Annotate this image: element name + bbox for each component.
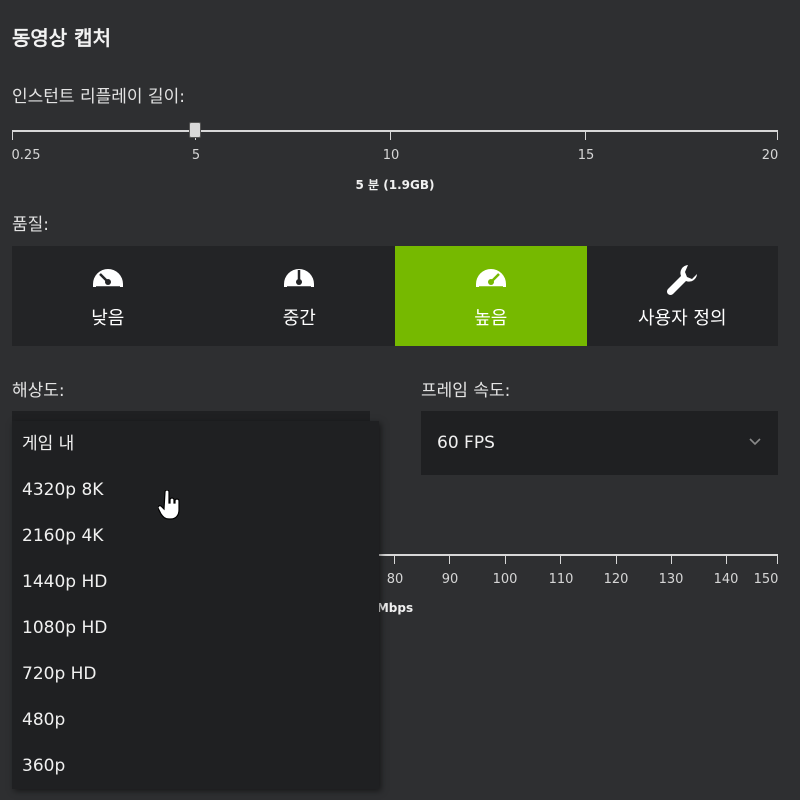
bitrate-track[interactable]	[378, 554, 778, 556]
bitrate-tick	[394, 554, 395, 564]
bitrate-tick	[449, 554, 450, 564]
bitrate-tick	[505, 554, 506, 564]
hand-pointer-icon	[157, 489, 182, 526]
quality-high-button[interactable]: 높음	[395, 246, 587, 346]
resolution-option[interactable]: 1440p HD	[12, 559, 379, 605]
bitrate-tick	[777, 554, 778, 564]
replay-tick-label: 15	[577, 148, 595, 163]
resolution-dropdown[interactable]	[12, 411, 370, 421]
quality-medium-label: 중간	[282, 308, 316, 329]
instant-replay-track[interactable]	[12, 130, 778, 132]
bitrate-tick	[671, 554, 672, 564]
replay-tick-label: 0.25	[11, 148, 41, 163]
quality-low-label: 낮음	[91, 308, 125, 329]
replay-tick	[585, 130, 586, 140]
resolution-option[interactable]: 2160p 4K	[12, 513, 379, 559]
gauge-medium-icon	[281, 262, 317, 298]
frame-rate-value: 60 FPS	[437, 433, 495, 453]
resolution-option[interactable]: 1080p HD	[12, 605, 379, 651]
wrench-icon	[664, 262, 700, 298]
quality-label: 품질:	[12, 215, 50, 235]
section-title: 동영상 캡처	[12, 26, 111, 50]
replay-tick	[390, 130, 391, 140]
replay-tick-label: 5	[191, 148, 201, 163]
resolution-label: 해상도:	[12, 381, 65, 401]
bitrate-tick-label: 150	[753, 572, 779, 587]
resolution-option[interactable]: 4320p 8K	[12, 467, 379, 513]
gauge-high-icon	[473, 262, 509, 298]
chevron-down-icon	[748, 433, 762, 447]
bitrate-tick-label: 90	[441, 572, 459, 587]
resolution-option[interactable]: 720p HD	[12, 651, 379, 697]
instant-replay-value: 5 분 (1.9GB)	[355, 178, 435, 192]
bitrate-tick-label: 80	[386, 572, 404, 587]
bitrate-tick-label: 130	[658, 572, 684, 587]
resolution-option[interactable]: 360p	[12, 743, 379, 789]
quality-high-label: 높음	[474, 308, 508, 329]
bitrate-tick-label: 100	[492, 572, 518, 587]
bitrate-tick-label: 140	[713, 572, 739, 587]
resolution-option[interactable]: 480p	[12, 697, 379, 743]
replay-tick	[777, 130, 778, 140]
replay-tick	[12, 130, 13, 140]
replay-tick-label: 20	[761, 148, 779, 163]
bitrate-tick	[726, 554, 727, 564]
gauge-low-icon	[90, 262, 126, 298]
bitrate-tick	[616, 554, 617, 564]
resolution-option[interactable]: 게임 내	[12, 421, 379, 467]
resolution-menu: 게임 내 4320p 8K 2160p 4K 1440p HD 1080p HD…	[12, 421, 379, 789]
quality-medium-button[interactable]: 중간	[204, 246, 396, 346]
frame-rate-dropdown[interactable]: 60 FPS	[421, 411, 778, 475]
frame-rate-label: 프레임 속도:	[421, 381, 511, 401]
quality-selector: 낮음 중간 높음 사용자 정의	[12, 246, 778, 346]
instant-replay-thumb[interactable]	[189, 122, 201, 138]
quality-custom-label: 사용자 정의	[637, 308, 727, 329]
bitrate-unit: Mbps	[376, 601, 414, 615]
replay-tick-label: 10	[382, 148, 400, 163]
bitrate-tick	[560, 554, 561, 564]
bitrate-tick-label: 120	[603, 572, 629, 587]
quality-low-button[interactable]: 낮음	[12, 246, 204, 346]
bitrate-tick-label: 110	[548, 572, 574, 587]
instant-replay-label: 인스턴트 리플레이 길이:	[12, 87, 185, 107]
quality-custom-button[interactable]: 사용자 정의	[587, 246, 779, 346]
